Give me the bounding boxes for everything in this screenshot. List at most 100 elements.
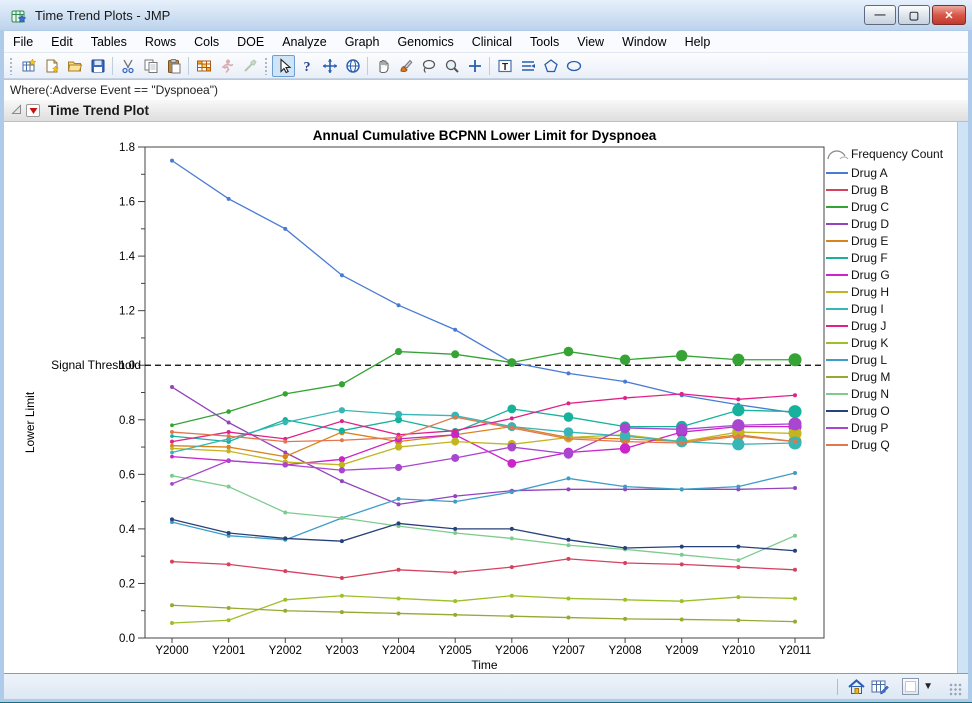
annotate-polygon-icon[interactable] — [539, 55, 562, 77]
annotate-oval-icon[interactable] — [562, 55, 585, 77]
menu-cols[interactable]: Cols — [185, 32, 228, 52]
legend-item-drug-l[interactable]: Drug L — [826, 351, 954, 368]
x-tick-label: Y2010 — [722, 645, 755, 657]
toolbar-drag-handle[interactable] — [264, 57, 269, 75]
menu-genomics[interactable]: Genomics — [388, 32, 462, 52]
time-trend-chart[interactable]: Annual Cumulative BCPNN Lower Limit for … — [4, 122, 840, 673]
menu-file[interactable]: File — [4, 32, 42, 52]
grabber-icon[interactable] — [371, 55, 394, 77]
legend-item-drug-h[interactable]: Drug H — [826, 283, 954, 300]
run-script-icon[interactable] — [215, 55, 238, 77]
move-icon[interactable] — [318, 55, 341, 77]
maximize-button[interactable]: ▢ — [898, 5, 930, 25]
window-title: Time Trend Plots - JMP — [35, 8, 170, 23]
menu-analyze[interactable]: Analyze — [273, 32, 335, 52]
legend-label: Drug D — [851, 217, 889, 231]
brush-icon[interactable] — [394, 55, 417, 77]
legend-item-drug-b[interactable]: Drug B — [826, 181, 954, 198]
open-icon[interactable] — [63, 55, 86, 77]
legend-label: Drug C — [851, 200, 889, 214]
jmp-app-icon — [10, 7, 27, 24]
annotate-lines-icon[interactable] — [516, 55, 539, 77]
x-tick-label: Y2001 — [212, 645, 245, 657]
minimize-button[interactable]: — — [864, 5, 896, 25]
color-swatch-button[interactable] — [902, 678, 919, 695]
legend-item-drug-m[interactable]: Drug M — [826, 368, 954, 385]
legend-item-drug-k[interactable]: Drug K — [826, 334, 954, 351]
series-drug-n[interactable] — [170, 474, 797, 563]
new-data-table-icon[interactable] — [17, 55, 40, 77]
menu-help[interactable]: Help — [676, 32, 720, 52]
legend-label: Drug L — [851, 353, 887, 367]
series-drug-h[interactable] — [170, 426, 801, 468]
legend-item-drug-g[interactable]: Drug G — [826, 266, 954, 283]
window-manager-button[interactable] — [870, 678, 890, 696]
legend-item-drug-n[interactable]: Drug N — [826, 385, 954, 402]
legend-item-drug-c[interactable]: Drug C — [826, 198, 954, 215]
data-grid-icon[interactable] — [192, 55, 215, 77]
legend-title-row: Frequency Count — [826, 144, 954, 164]
legend-item-drug-j[interactable]: Drug J — [826, 317, 954, 334]
legend-item-drug-p[interactable]: Drug P — [826, 419, 954, 436]
legend-swatch — [826, 444, 848, 446]
legend-swatch — [826, 325, 848, 327]
paste-icon[interactable] — [162, 55, 185, 77]
script-tools-icon[interactable] — [238, 55, 261, 77]
title-bar[interactable]: Time Trend Plots - JMP — ▢ ✕ — [0, 0, 972, 30]
menu-graph[interactable]: Graph — [336, 32, 389, 52]
legend-item-drug-f[interactable]: Drug F — [826, 249, 954, 266]
annotate-text-icon[interactable]: T — [493, 55, 516, 77]
swatch-dropdown-button[interactable]: ▼ — [923, 681, 933, 692]
lasso-icon[interactable] — [417, 55, 440, 77]
legend-label: Drug K — [851, 336, 888, 350]
series-drug-b[interactable] — [170, 557, 797, 580]
save-icon[interactable] — [86, 55, 109, 77]
close-button[interactable]: ✕ — [932, 5, 966, 25]
legend-swatch — [826, 206, 848, 208]
legend-item-drug-i[interactable]: Drug I — [826, 300, 954, 317]
red-triangle-menu-button[interactable] — [26, 104, 40, 117]
toolbar-drag-handle[interactable] — [9, 57, 14, 75]
menu-tools[interactable]: Tools — [521, 32, 568, 52]
menu-rows[interactable]: Rows — [136, 32, 185, 52]
series-drug-o[interactable] — [170, 517, 797, 552]
menu-edit[interactable]: Edit — [42, 32, 82, 52]
magnifier-icon[interactable] — [440, 55, 463, 77]
series-drug-j[interactable] — [170, 392, 797, 444]
y-tick-label: 1.6 — [119, 197, 135, 209]
legend-label: Drug M — [851, 370, 890, 384]
legend-item-drug-o[interactable]: Drug O — [826, 402, 954, 419]
y-tick-label: 0.2 — [119, 578, 135, 590]
help-icon[interactable]: ? — [295, 55, 318, 77]
where-bar: Where(:Adverse Event == "Dyspnoea") — [4, 80, 968, 100]
series-drug-a[interactable] — [170, 159, 797, 415]
copy-icon[interactable] — [139, 55, 162, 77]
resize-grip[interactable] — [949, 683, 962, 696]
legend-item-drug-e[interactable]: Drug E — [826, 232, 954, 249]
home-button[interactable] — [846, 678, 866, 696]
menu-clinical[interactable]: Clinical — [463, 32, 521, 52]
disclosure-triangle-icon[interactable] — [11, 102, 22, 120]
cut-icon[interactable] — [116, 55, 139, 77]
series-drug-c[interactable] — [170, 347, 801, 427]
new-journal-icon[interactable] — [40, 55, 63, 77]
menu-bar: FileEditTablesRowsColsDOEAnalyzeGraphGen… — [4, 31, 968, 53]
y-axis-label: Lower Limit — [23, 391, 37, 453]
legend-item-drug-d[interactable]: Drug D — [826, 215, 954, 232]
globe-icon[interactable] — [341, 55, 364, 77]
right-inner-border — [957, 122, 968, 673]
legend-item-drug-q[interactable]: Drug Q — [826, 436, 954, 453]
x-tick-label: Y2004 — [382, 645, 416, 657]
legend-label: Drug N — [851, 387, 889, 401]
menu-doe[interactable]: DOE — [228, 32, 273, 52]
menu-tables[interactable]: Tables — [82, 32, 136, 52]
crosshair-icon[interactable] — [463, 55, 486, 77]
series-drug-l[interactable] — [170, 471, 797, 542]
chart-title: Annual Cumulative BCPNN Lower Limit for … — [313, 128, 657, 143]
series-drug-m[interactable] — [170, 603, 797, 623]
legend-item-drug-a[interactable]: Drug A — [826, 164, 954, 181]
menu-window[interactable]: Window — [613, 32, 675, 52]
menu-view[interactable]: View — [568, 32, 613, 52]
y-tick-label: 1.4 — [119, 251, 136, 263]
arrow-icon[interactable] — [272, 55, 295, 77]
